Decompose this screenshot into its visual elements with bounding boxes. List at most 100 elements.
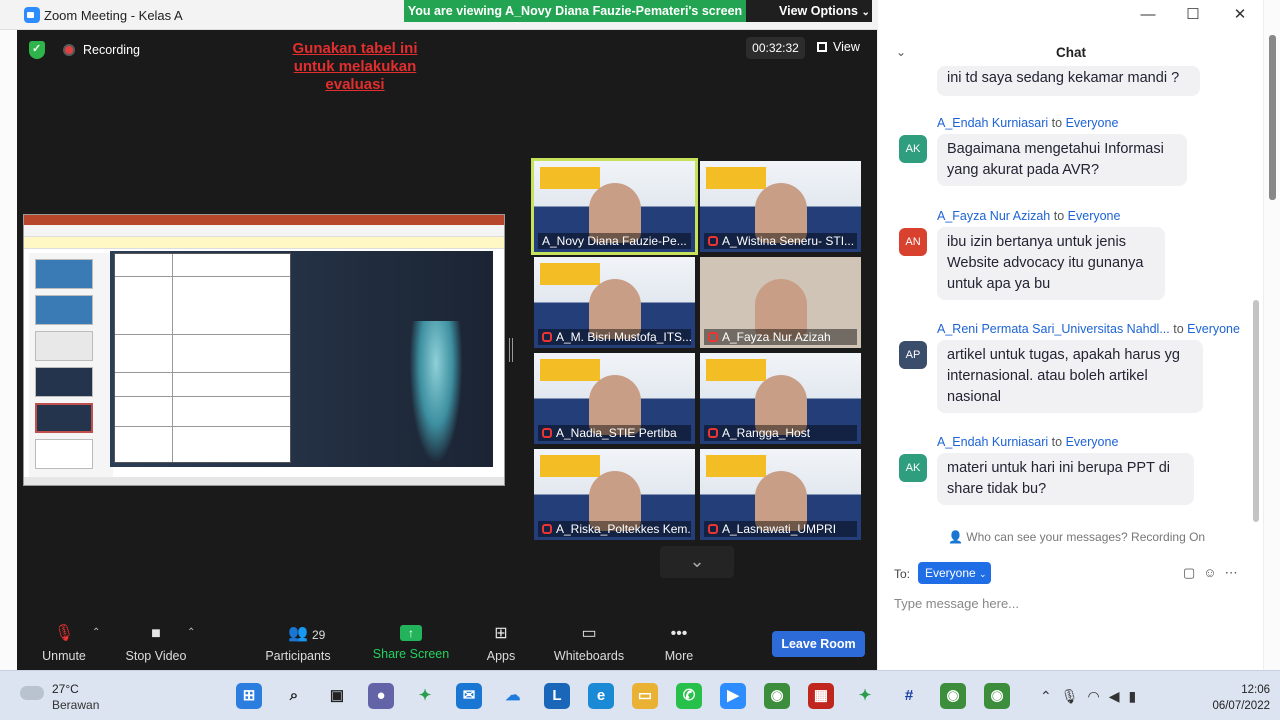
sender-name[interactable]: A_Fayza Nur Azizah xyxy=(937,209,1050,223)
split-handle[interactable] xyxy=(509,338,513,362)
slide-thumbnail-current xyxy=(35,403,93,433)
chevron-down-icon: ⌄ xyxy=(689,551,705,571)
avatar: AP xyxy=(899,341,927,369)
apps-button[interactable]: ⊞ Apps xyxy=(480,625,522,663)
to-word: to xyxy=(1051,116,1063,130)
who-can-see-link[interactable]: 👤 Who can see your messages? Recording O… xyxy=(948,530,1205,544)
stop-video-button[interactable]: ■ Stop Video ⌃ xyxy=(121,625,196,663)
app-hash-icon[interactable]: # xyxy=(896,683,922,709)
weather-description[interactable]: Berawan xyxy=(52,698,99,712)
chat-sender: A_Fayza Nur Azizah to Everyone xyxy=(937,209,1120,223)
chat-sender: A_Reni Permata Sari_Universitas Nahdl...… xyxy=(937,322,1240,336)
tiles-scroll-down-button[interactable]: ⌄ xyxy=(660,546,734,578)
avatar: AK xyxy=(899,135,927,163)
file-explorer-icon[interactable]: ▭ xyxy=(632,683,658,709)
edge-icon[interactable]: e xyxy=(588,683,614,709)
weather-temperature[interactable]: 27°C xyxy=(52,682,79,696)
video-tile[interactable]: A_Fayza Nur Azizah xyxy=(700,257,861,348)
speaker-icon[interactable]: ◀ xyxy=(1109,688,1129,704)
video-tile[interactable]: A_Wistina Seneru- STI... xyxy=(700,161,861,252)
whiteboards-button[interactable]: ▭ Whiteboards xyxy=(551,625,627,663)
file-icon[interactable]: ▢ xyxy=(1183,565,1203,580)
teams-icon[interactable]: ● xyxy=(368,683,394,709)
chat-sender: A_Endah Kurniasari to Everyone xyxy=(937,116,1118,130)
share-screen-button[interactable]: ↑ Share Screen xyxy=(372,625,450,661)
video-tile[interactable]: A_Novy Diana Fauzie-Pe... xyxy=(534,161,695,252)
scrollbar-thumb[interactable] xyxy=(1269,35,1276,200)
taskbar-clock[interactable]: 12:06 06/07/2022 xyxy=(1200,682,1270,714)
shared-screen[interactable] xyxy=(23,214,505,486)
slide-thumbnail xyxy=(35,295,93,325)
close-button[interactable]: ✕ xyxy=(1230,6,1250,24)
participant-name: A_Lasnawati_UMPRI xyxy=(704,521,857,537)
mic-muted-icon xyxy=(708,524,718,534)
app-l-icon[interactable]: L xyxy=(544,683,570,709)
more-label: More xyxy=(664,649,694,663)
participant-name: A_Riska_Poltekkes Kem... xyxy=(538,521,691,537)
recipient-select[interactable]: Everyone ⌄ xyxy=(918,562,991,584)
view-options-label: View Options xyxy=(779,4,858,18)
video-tile[interactable]: A_Lasnawati_UMPRI xyxy=(700,449,861,540)
app-red-icon[interactable]: ▦ xyxy=(808,683,834,709)
app-icon[interactable]: ✦ xyxy=(412,683,438,709)
meeting-timer: 00:32:32 xyxy=(746,37,805,59)
mic-muted-icon xyxy=(708,428,718,438)
video-tile[interactable]: A_M. Bisri Mustofa_ITS... xyxy=(534,257,695,348)
video-tile[interactable]: A_Rangga_Host xyxy=(700,353,861,444)
mic-muted-icon xyxy=(542,524,552,534)
sender-name[interactable]: A_Reni Permata Sari_Universitas Nahdl... xyxy=(937,322,1170,336)
window-scrollbar[interactable] xyxy=(1263,0,1280,670)
battery-icon[interactable]: ▮ xyxy=(1129,688,1146,704)
evaluation-table xyxy=(114,253,291,463)
caret-up-icon[interactable]: ⌃ xyxy=(187,627,195,638)
apps-label: Apps xyxy=(486,649,516,663)
sender-name[interactable]: A_Endah Kurniasari xyxy=(937,435,1048,449)
chat-scrollbar[interactable] xyxy=(1253,300,1259,522)
unmute-button[interactable]: 🎙 Unmute ⌃ xyxy=(37,625,100,663)
onedrive-icon[interactable]: ☁ xyxy=(500,683,526,709)
cloud-icon xyxy=(20,686,44,700)
chat-collapse-icon[interactable]: ⌄ xyxy=(896,45,906,59)
whatsapp-icon[interactable]: ✆ xyxy=(676,683,702,709)
chat-message-input[interactable] xyxy=(894,594,1244,612)
chrome-icon[interactable]: ◉ xyxy=(764,683,790,709)
left-edge xyxy=(0,30,17,670)
view-button[interactable]: View xyxy=(817,40,860,54)
leave-room-button[interactable]: Leave Room xyxy=(772,631,865,657)
search-icon[interactable]: ⌕ xyxy=(281,683,307,709)
more-button[interactable]: ••• More xyxy=(660,625,698,663)
chat-message-bubble: Bagaimana mengetahui Informasi yang akur… xyxy=(937,134,1187,186)
more-options-icon[interactable]: ⋯ xyxy=(1225,565,1246,580)
emoji-icon[interactable]: ☺ xyxy=(1203,565,1224,580)
chevron-up-icon[interactable]: ⌃ xyxy=(1040,688,1061,704)
clock-date: 06/07/2022 xyxy=(1212,700,1270,712)
microphone-icon[interactable]: 🎙 xyxy=(1061,688,1088,704)
more-dots-icon: ••• xyxy=(670,625,688,642)
slide-banner xyxy=(540,167,600,189)
recipient-name: Everyone xyxy=(1065,435,1119,449)
chrome-icon[interactable]: ◉ xyxy=(940,683,966,709)
app-icon[interactable]: ✦ xyxy=(852,683,878,709)
zoom-icon[interactable]: ▶ xyxy=(720,683,746,709)
sender-name[interactable]: A_Endah Kurniasari xyxy=(937,116,1048,130)
video-tile[interactable]: A_Nadia_STIE Pertiba xyxy=(534,353,695,444)
mail-icon[interactable]: ✉ xyxy=(456,683,482,709)
chat-message-bubble: ibu izin bertanya untuk jenis Website ad… xyxy=(937,227,1165,300)
task-view-icon[interactable]: ▣ xyxy=(324,683,350,709)
video-tile[interactable]: A_Riska_Poltekkes Kem... xyxy=(534,449,695,540)
wifi-icon[interactable]: ◠ xyxy=(1088,688,1109,704)
security-shield-icon[interactable] xyxy=(29,41,45,59)
share-screen-icon: ↑ xyxy=(400,625,422,641)
maximize-button[interactable]: ☐ xyxy=(1183,6,1203,24)
recipient-name: Everyone xyxy=(1065,116,1119,130)
mic-muted-icon xyxy=(708,332,718,342)
windows-start-icon[interactable]: ⊞ xyxy=(236,683,262,709)
participants-count: 29 xyxy=(312,628,326,642)
view-options-button[interactable]: View Options ⌄ xyxy=(746,0,872,22)
chrome-icon[interactable]: ◉ xyxy=(984,683,1010,709)
chat-message-bubble: materi untuk hari ini berupa PPT di shar… xyxy=(937,453,1194,505)
recording-icon xyxy=(63,44,75,56)
minimize-button[interactable]: — xyxy=(1138,6,1158,24)
slide-banner xyxy=(540,455,600,477)
caret-up-icon[interactable]: ⌃ xyxy=(92,627,100,638)
